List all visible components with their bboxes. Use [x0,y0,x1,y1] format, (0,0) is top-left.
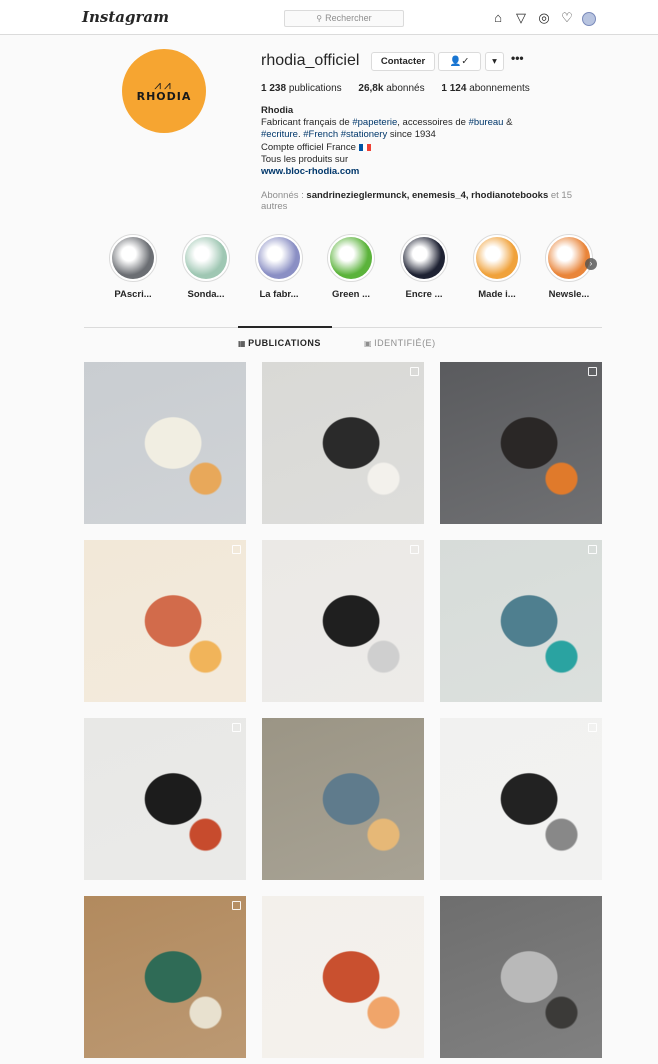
highlight-label: Sonda... [187,289,225,300]
tagged-icon: ▣ [364,339,373,348]
highlight-cover [112,237,154,279]
profile-picture[interactable]: ⩘⩘ RHODIA [122,49,206,133]
highlight-cover [330,237,372,279]
followers-stat[interactable]: 26,8k abonnés [358,83,424,94]
highlight-label: PAscri... [114,289,152,300]
post-flowers-vase[interactable] [262,896,424,1058]
tab-publications[interactable]: ▦ PUBLICATIONS [238,338,321,348]
rhodia-logo-text: RHODIA [136,89,192,103]
explore-icon[interactable]: ◎ [536,10,552,26]
top-navigation-bar: Instagram ⚲ Rechercher ⌂ ▽ ◎ ♡ [0,0,658,35]
profile-avatar-icon[interactable] [582,11,596,26]
hashtag-link[interactable]: #bureau [469,117,504,128]
direct-icon[interactable]: ▽ [513,10,529,26]
tab-tagged[interactable]: ▣ IDENTIFIÉ(E) [364,338,436,348]
tabs-divider [84,327,602,328]
highlight-label: La fabr... [259,289,299,300]
highlight-label: Encre ... [405,289,443,300]
highlight-item[interactable]: Green ... [321,234,381,300]
search-icon: ⚲ [316,14,323,23]
post-grey-papers[interactable] [440,896,602,1058]
post-desk-bag[interactable] [84,718,246,880]
post-advent-box[interactable] [84,540,246,702]
bio-line-1: Fabricant français de #papeterie, access… [261,117,513,129]
post-girl-drawing[interactable] [84,362,246,524]
post-leather-roll[interactable] [262,540,424,702]
highlight-cover [185,237,227,279]
search-input[interactable]: ⚲ Rechercher [284,10,404,27]
post-sketchbook-coffee[interactable] [262,362,424,524]
profile-stats: 1 238 publications 26,8k abonnés 1 124 a… [261,83,544,94]
profile-full-name: Rhodia [261,105,294,116]
highlight-cover [476,237,518,279]
heart-icon[interactable]: ♡ [559,10,575,26]
website-link[interactable]: www.bloc-rhodia.com [261,166,601,178]
highlight-item[interactable]: Encre ... [394,234,454,300]
carousel-icon [232,901,241,910]
carousel-icon [588,723,597,732]
active-tab-indicator [238,326,332,328]
story-highlights: PAscri... Sonda... La fabr... Green ... … [103,234,603,304]
bio-line-4: Tous les produits sur [261,153,349,165]
bio-line-3: Compte officiel France [261,142,601,154]
highlight-item[interactable]: La fabr... [249,234,309,300]
publications-stat: 1 238 publications [261,83,342,94]
hashtag-link[interactable]: #papeterie [352,117,397,128]
instagram-logo[interactable]: Instagram [82,8,169,26]
highlight-item[interactable]: PAscri... [103,234,163,300]
hashtag-link[interactable]: #stationery [341,129,387,140]
carousel-icon [232,723,241,732]
highlight-label: Newsle... [548,289,590,300]
highlight-cover [548,237,590,279]
suggestions-dropdown-button[interactable]: ▾ [485,52,504,71]
contact-button[interactable]: Contacter [371,52,435,71]
carousel-icon [232,545,241,554]
following-button[interactable]: 👤✓ [438,52,481,71]
post-open-notebook-plant[interactable] [84,896,246,1058]
carousel-icon [588,367,597,376]
hashtag-link[interactable]: #ecriture [261,129,298,140]
hashtag-link[interactable]: #French [303,129,338,140]
nav-icons: ⌂ ▽ ◎ ♡ [490,9,603,27]
profile-username: rhodia_officiel [261,52,360,69]
carousel-icon [588,545,597,554]
carousel-icon [410,367,419,376]
more-options-button[interactable]: ••• [511,51,524,65]
post-painting-markers[interactable] [440,540,602,702]
search-placeholder: Rechercher [325,13,372,23]
highlight-item[interactable]: Sonda... [176,234,236,300]
post-pencil-cup[interactable] [262,718,424,880]
profile-bio: Rhodia Fabricant français de #papeterie,… [261,105,601,178]
carousel-icon [410,545,419,554]
chevron-right-icon[interactable]: › [585,258,597,270]
france-flag-icon [358,143,371,151]
highlight-label: Green ... [331,289,370,300]
followed-by[interactable]: Abonnés : sandrinezieglermunck, enemesis… [261,190,601,212]
rhodia-logo-icon: ⩘⩘ [154,77,174,92]
highlight-label: Made i... [478,289,516,300]
grid-icon: ▦ [238,339,247,348]
post-pug-notebook[interactable] [440,362,602,524]
highlight-cover [258,237,300,279]
highlight-item[interactable]: Made i... [467,234,527,300]
post-black-notebook[interactable] [440,718,602,880]
following-stat[interactable]: 1 124 abonnements [441,83,529,94]
home-icon[interactable]: ⌂ [490,10,506,26]
highlight-cover [403,237,445,279]
bio-line-2: #ecriture. #French #stationery since 193… [261,129,436,141]
